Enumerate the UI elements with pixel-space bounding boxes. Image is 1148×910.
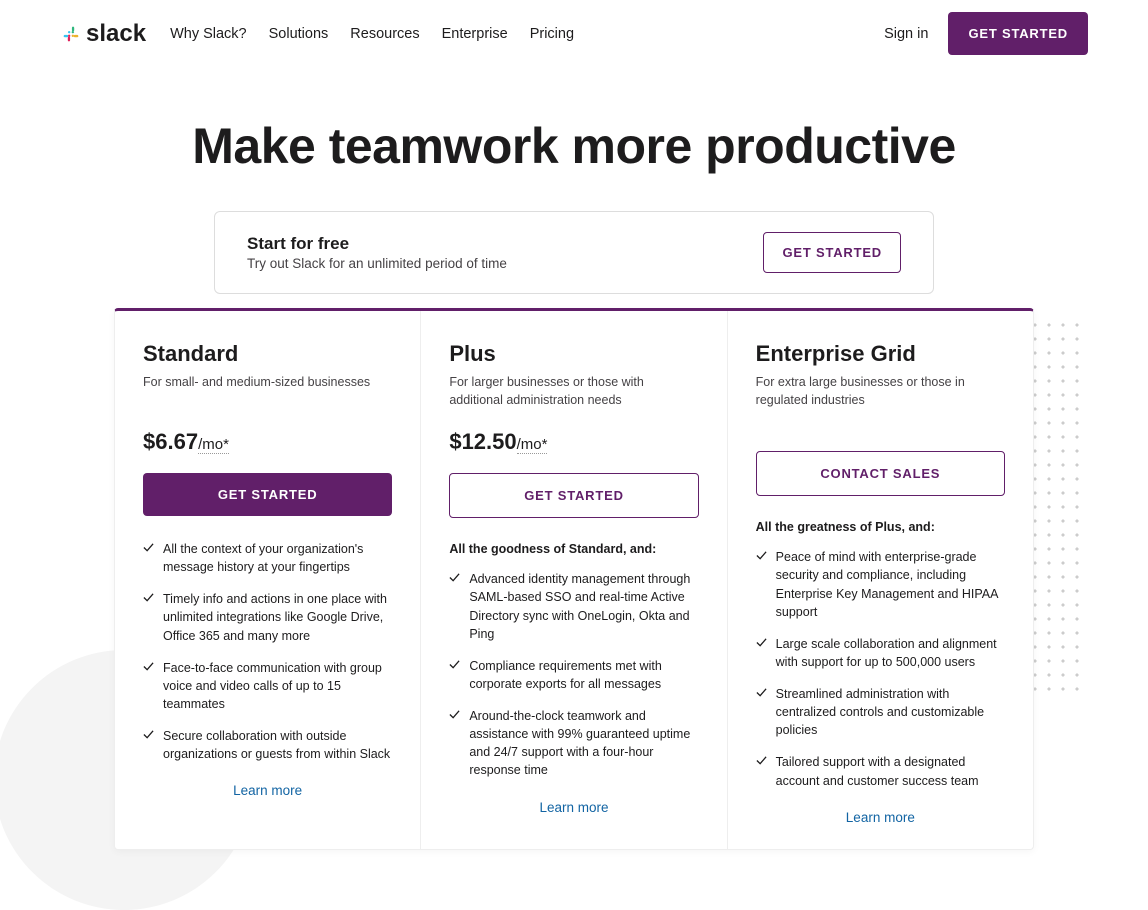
nav-enterprise[interactable]: Enterprise (442, 26, 508, 42)
feature-item: Large scale collaboration and alignment … (756, 635, 1005, 671)
hero-title: Make teamwork more productive (0, 117, 1148, 175)
feature-list: Peace of mind with enterprise-grade secu… (756, 548, 1005, 789)
plan-desc: For small- and medium-sized businesses (143, 373, 392, 409)
free-plan-card: Start for free Try out Slack for an unli… (214, 211, 934, 294)
feature-text: Face-to-face communication with group vo… (163, 659, 392, 713)
feature-text: Streamlined administration with centrali… (776, 685, 1005, 739)
feature-text: Secure collaboration with outside organi… (163, 727, 392, 763)
plan-price-per: /mo* (517, 436, 548, 454)
plan-heading: All the greatness of Plus, and: (756, 520, 1005, 534)
slack-logo-icon (60, 23, 82, 45)
feature-item: Streamlined administration with centrali… (756, 685, 1005, 739)
feature-item: Compliance requirements met with corpora… (449, 657, 698, 693)
plan-enterprise-grid: Enterprise Grid For extra large business… (728, 311, 1033, 849)
logo[interactable]: slack (60, 20, 146, 48)
plan-name: Plus (449, 341, 698, 367)
header-right: Sign in GET STARTED (884, 12, 1088, 55)
feature-item: Tailored support with a designated accou… (756, 753, 1005, 789)
check-icon (756, 550, 767, 561)
check-icon (449, 709, 460, 720)
plan-heading: All the goodness of Standard, and: (449, 542, 698, 556)
nav-solutions[interactable]: Solutions (269, 26, 329, 42)
feature-item: Face-to-face communication with group vo… (143, 659, 392, 713)
check-icon (143, 729, 154, 740)
logo-text: slack (86, 20, 146, 48)
free-title: Start for free (247, 234, 507, 254)
feature-item: Around-the-clock teamwork and assistance… (449, 707, 698, 780)
plan-desc: For larger businesses or those with addi… (449, 373, 698, 409)
plan-desc: For extra large businesses or those in r… (756, 373, 1005, 409)
check-icon (143, 542, 154, 553)
pricing-section: Standard For small- and medium-sized bus… (114, 308, 1034, 850)
check-icon (449, 572, 460, 583)
check-icon (756, 687, 767, 698)
free-subtitle: Try out Slack for an unlimited period of… (247, 256, 507, 271)
plan-price: $6.67/mo* (143, 429, 392, 455)
check-icon (756, 755, 767, 766)
plan-plus: Plus For larger businesses or those with… (421, 311, 727, 849)
learn-more-link[interactable]: Learn more (449, 800, 698, 815)
nav: Why Slack? Solutions Resources Enterpris… (170, 26, 574, 42)
feature-item: Secure collaboration with outside organi… (143, 727, 392, 763)
check-icon (143, 661, 154, 672)
check-icon (143, 592, 154, 603)
plan-cta-button[interactable]: GET STARTED (143, 473, 392, 516)
pricing-table: Standard For small- and medium-sized bus… (114, 308, 1034, 850)
check-icon (449, 659, 460, 670)
feature-item: Advanced identity management through SAM… (449, 570, 698, 643)
feature-text: Tailored support with a designated accou… (776, 753, 1005, 789)
plan-standard: Standard For small- and medium-sized bus… (115, 311, 421, 849)
plan-cta-button[interactable]: CONTACT SALES (756, 451, 1005, 496)
plan-price-per: /mo* (198, 436, 229, 454)
plan-name: Standard (143, 341, 392, 367)
feature-text: Timely info and actions in one place wit… (163, 590, 392, 644)
feature-text: Peace of mind with enterprise-grade secu… (776, 548, 1005, 621)
feature-list: All the context of your organization's m… (143, 540, 392, 763)
plan-cta-button[interactable]: GET STARTED (449, 473, 698, 518)
learn-more-link[interactable]: Learn more (143, 783, 392, 798)
nav-why-slack[interactable]: Why Slack? (170, 26, 247, 42)
feature-item: All the context of your organization's m… (143, 540, 392, 576)
feature-text: Large scale collaboration and alignment … (776, 635, 1005, 671)
nav-pricing[interactable]: Pricing (530, 26, 574, 42)
feature-text: Advanced identity management through SAM… (469, 570, 698, 643)
free-get-started-button[interactable]: GET STARTED (763, 232, 901, 273)
learn-more-link[interactable]: Learn more (756, 810, 1005, 825)
feature-text: All the context of your organization's m… (163, 540, 392, 576)
feature-item: Timely info and actions in one place wit… (143, 590, 392, 644)
plan-name: Enterprise Grid (756, 341, 1005, 367)
signin-link[interactable]: Sign in (884, 26, 928, 42)
nav-resources[interactable]: Resources (350, 26, 419, 42)
header-left: slack Why Slack? Solutions Resources Ent… (60, 20, 574, 48)
header-get-started-button[interactable]: GET STARTED (948, 12, 1088, 55)
feature-list: Advanced identity management through SAM… (449, 570, 698, 779)
header: slack Why Slack? Solutions Resources Ent… (0, 0, 1148, 67)
feature-text: Around-the-clock teamwork and assistance… (469, 707, 698, 780)
plan-price: $12.50/mo* (449, 429, 698, 455)
check-icon (756, 637, 767, 648)
feature-item: Peace of mind with enterprise-grade secu… (756, 548, 1005, 621)
feature-text: Compliance requirements met with corpora… (469, 657, 698, 693)
